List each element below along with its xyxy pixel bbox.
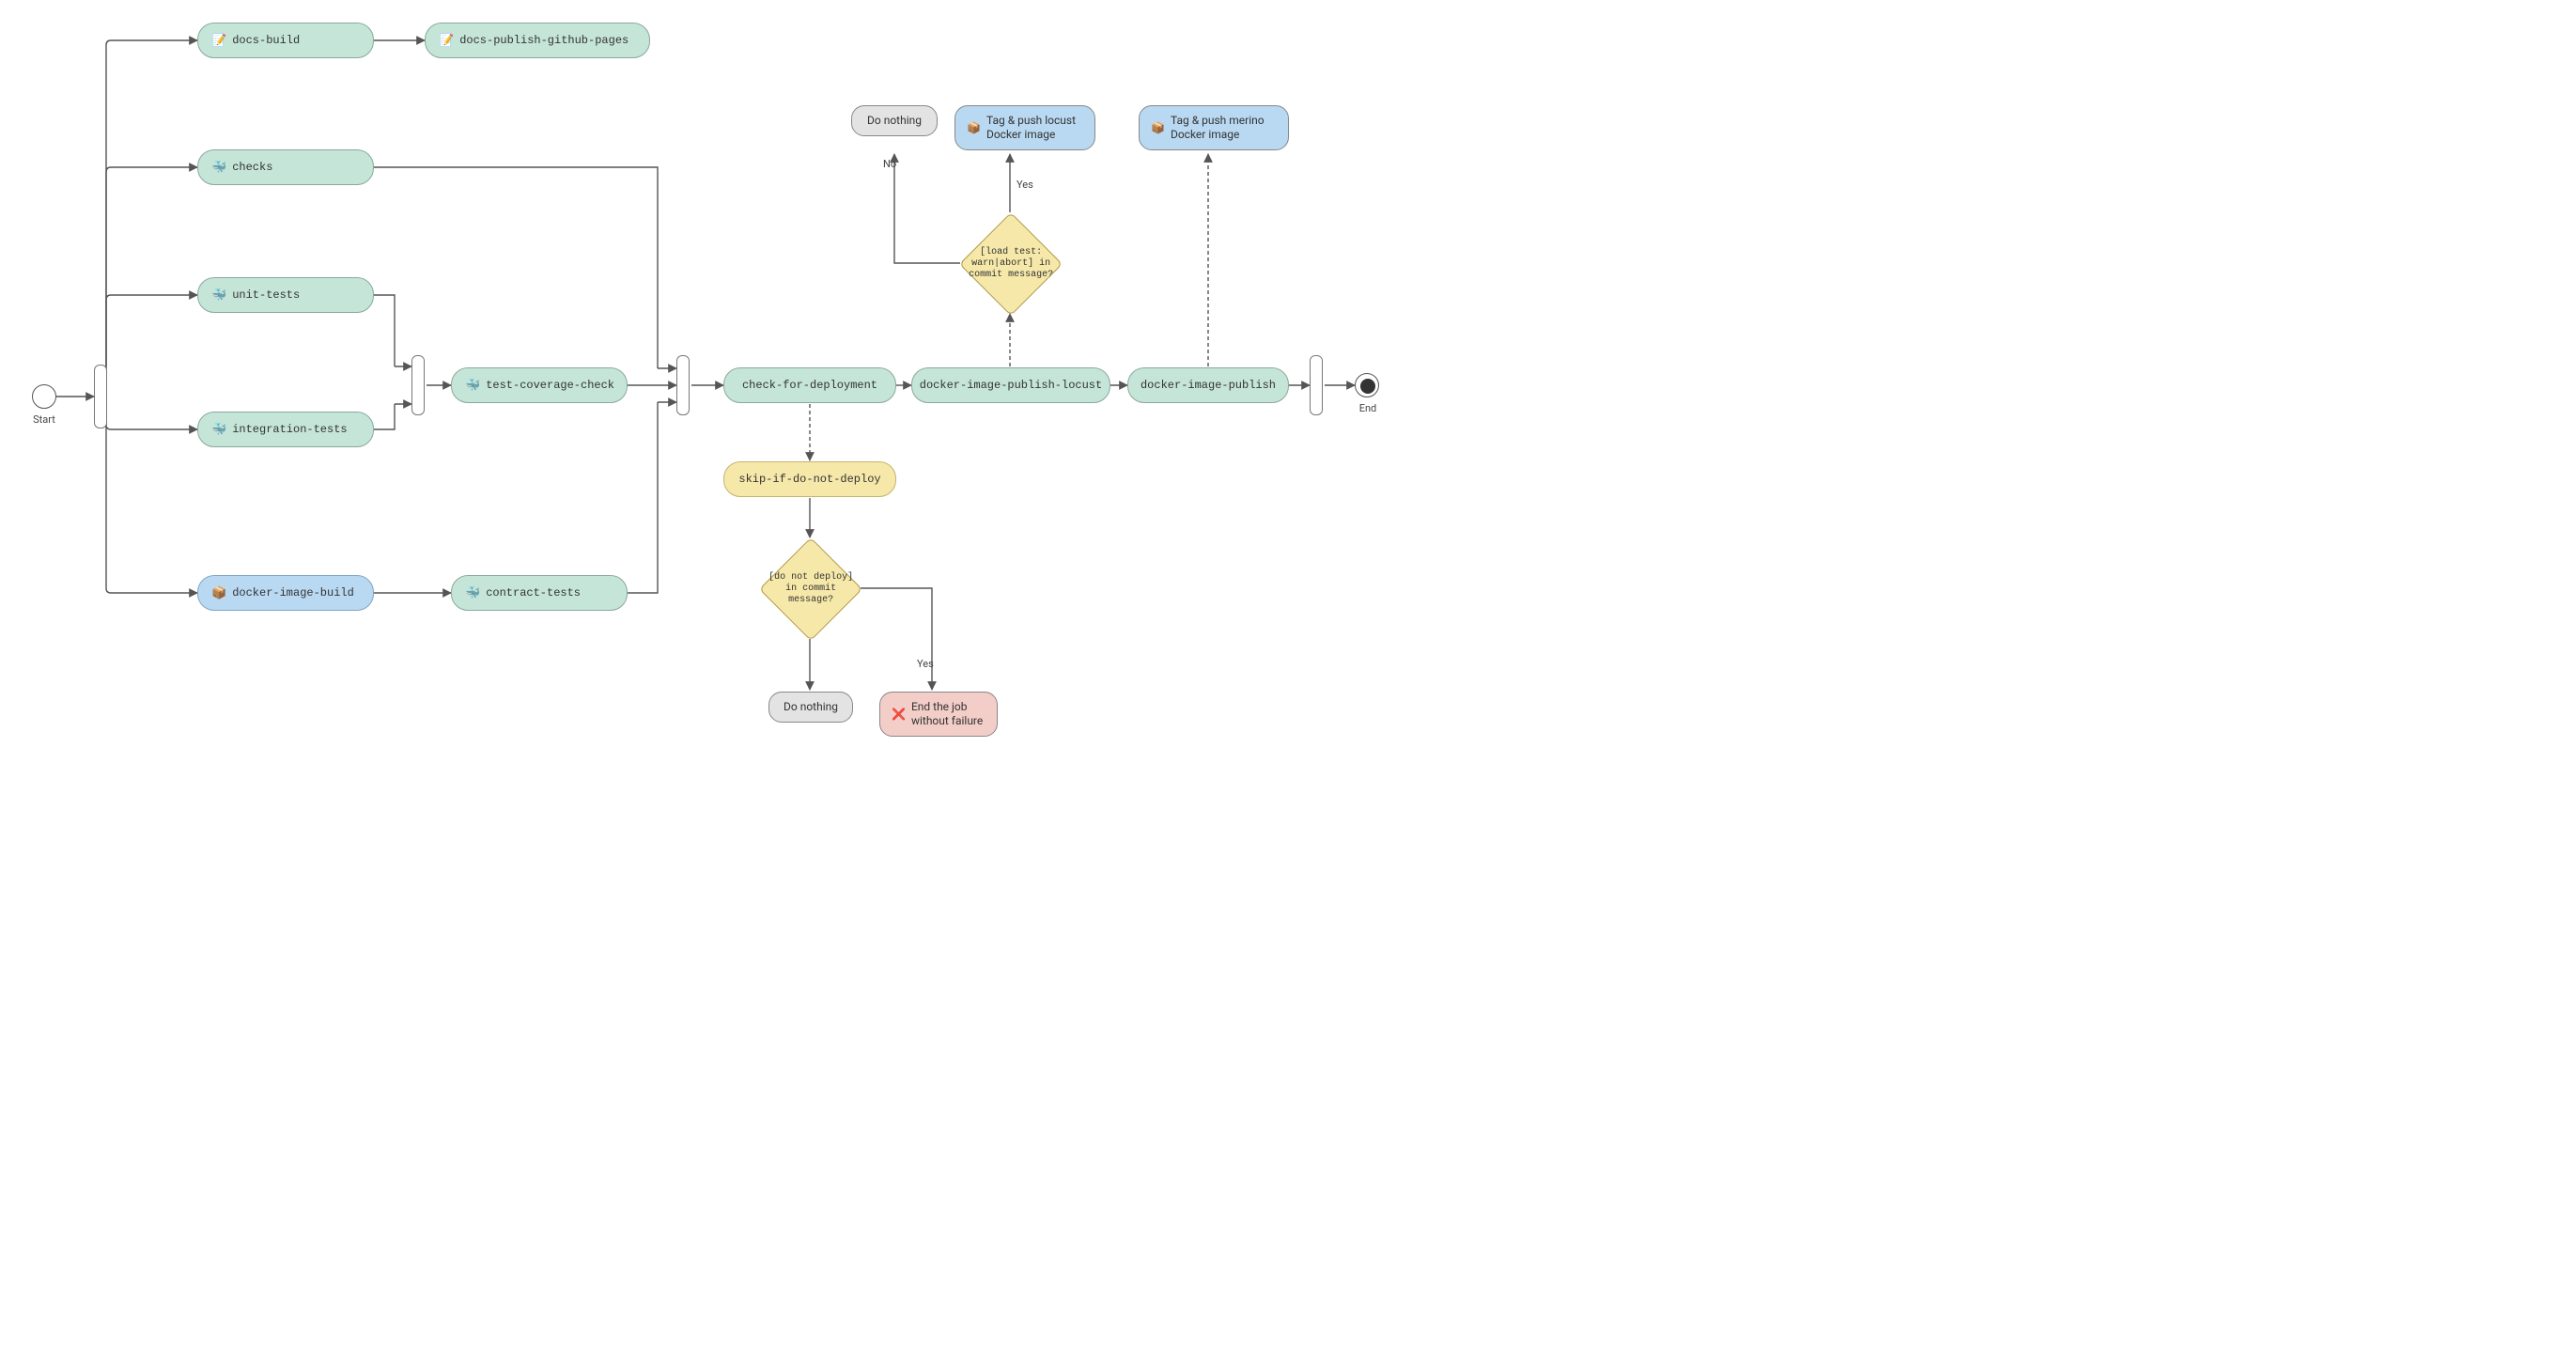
end-node-inner bbox=[1360, 379, 1375, 394]
action-label: End the job without failure bbox=[911, 700, 985, 728]
flowchart-canvas: Start 📝 docs-build 📝 docs-publish-github… bbox=[0, 0, 1433, 780]
action-label: Tag & push locust Docker image bbox=[986, 114, 1083, 142]
decision-label: [do not deploy] in commit message? bbox=[761, 572, 861, 606]
whale-icon: 🐳 bbox=[211, 423, 226, 437]
package-icon: 📦 bbox=[1151, 121, 1165, 135]
node-label: contract-tests bbox=[486, 586, 581, 599]
node-docs-publish: 📝 docs-publish-github-pages bbox=[425, 23, 650, 58]
edge-label-yes-dnd: Yes bbox=[917, 658, 934, 670]
node-label: check-for-deployment bbox=[742, 379, 877, 392]
end-node bbox=[1355, 373, 1379, 397]
node-unit-tests: 🐳 unit-tests bbox=[197, 277, 374, 313]
pencil-icon: 📝 bbox=[439, 34, 454, 48]
whale-icon: 🐳 bbox=[465, 586, 480, 600]
parallel-join-2 bbox=[1310, 355, 1323, 415]
whale-icon: 🐳 bbox=[465, 379, 480, 393]
action-tag-push-merino: 📦 Tag & push merino Docker image bbox=[1139, 105, 1289, 150]
decision-label: [load test: warn|abort] in commit messag… bbox=[961, 247, 1061, 281]
cross-icon: ❌ bbox=[892, 708, 906, 722]
node-label: unit-tests bbox=[232, 288, 300, 302]
node-label: checks bbox=[232, 161, 272, 174]
node-integration-tests: 🐳 integration-tests bbox=[197, 412, 374, 447]
start-label: Start bbox=[21, 413, 68, 426]
node-label: docs-publish-github-pages bbox=[459, 34, 628, 47]
whale-icon: 🐳 bbox=[211, 288, 226, 303]
node-docker-image-publish: docker-image-publish bbox=[1127, 367, 1289, 403]
edge-label-yes-load: Yes bbox=[1016, 179, 1033, 191]
action-do-nothing-top: Do nothing bbox=[851, 105, 938, 136]
action-label: Do nothing bbox=[784, 700, 838, 714]
action-label: Do nothing bbox=[867, 114, 922, 128]
start-node bbox=[32, 384, 56, 409]
action-end-job: ❌ End the job without failure bbox=[879, 692, 998, 737]
node-docker-image-publish-locust: docker-image-publish-locust bbox=[911, 367, 1110, 403]
node-contract-tests: 🐳 contract-tests bbox=[451, 575, 628, 611]
package-icon: 📦 bbox=[211, 586, 226, 600]
node-skip-if-do-not-deploy: skip-if-do-not-deploy bbox=[723, 461, 896, 497]
decision-do-not-deploy: [do not deploy] in commit message? bbox=[759, 537, 862, 641]
node-label: docker-image-build bbox=[232, 586, 354, 599]
end-label: End bbox=[1349, 402, 1387, 414]
decision-load-test: [load test: warn|abort] in commit messag… bbox=[959, 212, 1063, 316]
node-label: docker-image-publish bbox=[1141, 379, 1276, 392]
action-do-nothing-bottom: Do nothing bbox=[768, 692, 853, 723]
whale-icon: 🐳 bbox=[211, 161, 226, 175]
action-tag-push-locust: 📦 Tag & push locust Docker image bbox=[954, 105, 1095, 150]
action-label: Tag & push merino Docker image bbox=[1171, 114, 1277, 142]
node-docs-build: 📝 docs-build bbox=[197, 23, 374, 58]
node-label: docs-build bbox=[232, 34, 300, 47]
parallel-gateway-2 bbox=[411, 355, 425, 415]
node-label: test-coverage-check bbox=[486, 379, 614, 392]
node-docker-image-build: 📦 docker-image-build bbox=[197, 575, 374, 611]
parallel-gateway-1 bbox=[94, 365, 107, 428]
edge-label-no-load: No bbox=[883, 158, 896, 170]
node-test-coverage-check: 🐳 test-coverage-check bbox=[451, 367, 628, 403]
node-checks: 🐳 checks bbox=[197, 149, 374, 185]
node-label: docker-image-publish-locust bbox=[920, 379, 1102, 392]
package-icon: 📦 bbox=[967, 121, 981, 135]
node-check-for-deployment: check-for-deployment bbox=[723, 367, 896, 403]
pencil-icon: 📝 bbox=[211, 34, 226, 48]
node-label: integration-tests bbox=[232, 423, 347, 436]
parallel-join-1 bbox=[676, 355, 690, 415]
node-label: skip-if-do-not-deploy bbox=[738, 473, 880, 486]
